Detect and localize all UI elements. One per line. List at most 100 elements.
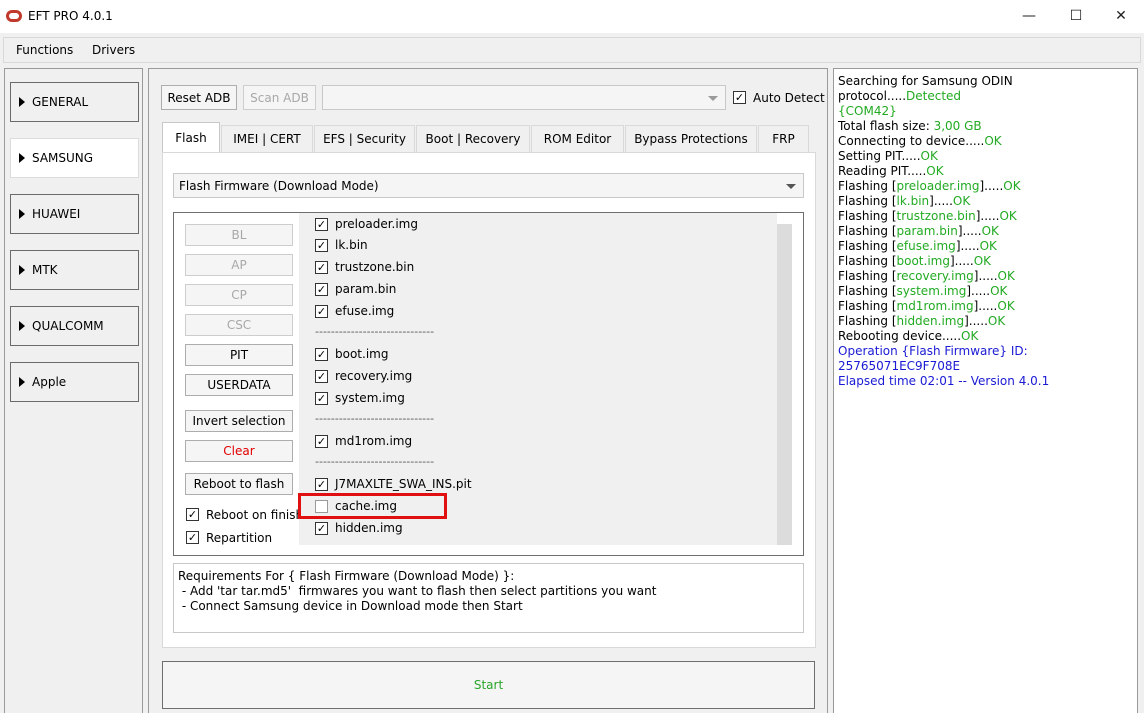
partition-checkbox[interactable]: ✓	[315, 391, 328, 405]
brand-label: HUAWEI	[32, 207, 81, 221]
clear-button[interactable]: Clear	[185, 440, 293, 462]
brand-label: MTK	[32, 263, 58, 277]
menu-drivers[interactable]: Drivers	[92, 43, 135, 57]
expand-triangle-icon	[19, 209, 25, 219]
pit-file-button[interactable]: PIT	[185, 344, 293, 366]
port-select[interactable]	[322, 85, 726, 110]
log-segment: ].....	[975, 209, 1000, 223]
partition-checkbox[interactable]: ✓	[315, 238, 328, 252]
partition-label: efuse.img	[335, 304, 395, 318]
partition-row[interactable]: ✓ md1rom.img	[315, 433, 412, 449]
tab-bypass-protections[interactable]: Bypass Protections	[625, 125, 757, 152]
app-logo-icon	[6, 10, 22, 22]
userdata-file-button[interactable]: USERDATA	[185, 374, 293, 396]
partition-row[interactable]: ✓ preloader.img	[315, 216, 418, 232]
requirements-line: - Connect Samsung device in Download mod…	[178, 599, 523, 613]
scan-adb-button[interactable]: Scan ADB	[243, 85, 316, 110]
bl-file-button[interactable]: BL	[185, 224, 293, 246]
log-line: Searching for Samsung ODIN protocol.....…	[838, 74, 1134, 104]
log-line: {COM42}	[838, 104, 1134, 119]
log-segment: Flashing [	[838, 284, 897, 298]
csc-file-button[interactable]: CSC	[185, 314, 293, 336]
repartition-checkbox[interactable]: ✓	[186, 531, 199, 544]
tab-rom-editor[interactable]: ROM Editor	[531, 125, 624, 152]
log-segment: Rebooting device.....	[838, 329, 962, 343]
partition-checkbox[interactable]: ✓	[315, 304, 328, 318]
partition-checkbox[interactable]: ✓	[315, 260, 328, 274]
log-segment: 3,00 GB	[933, 119, 982, 133]
partition-checkbox[interactable]: ✓	[315, 282, 328, 296]
minimize-button[interactable]: —	[1006, 0, 1052, 32]
log-segment: Operation {Flash Firmware} ID: 25765071E…	[838, 344, 1028, 373]
close-button[interactable]: ✕	[1098, 0, 1144, 32]
partition-row[interactable]: ✓ recovery.img	[315, 368, 412, 384]
chevron-down-icon	[708, 96, 718, 101]
log-segment: ].....	[929, 194, 953, 208]
brand-huawei-button[interactable]: HUAWEI	[10, 194, 139, 234]
brand-apple-button[interactable]: Apple	[10, 362, 139, 402]
tab-boot-recovery[interactable]: Boot | Recovery	[416, 125, 530, 152]
tab-efs-security[interactable]: EFS | Security	[314, 125, 415, 152]
partition-checkbox[interactable]: ✓	[315, 217, 328, 231]
brand-mtk-button[interactable]: MTK	[10, 250, 139, 290]
partition-checkbox[interactable]: ✓	[315, 369, 328, 383]
highlight-box	[298, 493, 447, 519]
partition-checkbox[interactable]: ✓	[315, 477, 328, 491]
log-line: Flashing [md1rom.img].....OK	[838, 299, 1134, 314]
log-segment: Detected	[906, 89, 962, 103]
log-segment: efuse.img	[896, 239, 956, 253]
reboot-to-flash-button[interactable]: Reboot to flash	[185, 473, 293, 495]
expand-triangle-icon	[19, 265, 25, 275]
log-line: Flashing [hidden.img].....OK	[838, 314, 1134, 329]
tab-imei-cert[interactable]: IMEI | CERT	[221, 125, 313, 152]
log-line: Flashing [recovery.img].....OK	[838, 269, 1134, 284]
flash-mode-select[interactable]: Flash Firmware (Download Mode)	[173, 173, 804, 198]
partition-row[interactable]: ✓ J7MAXLTE_SWA_INS.pit	[315, 476, 472, 492]
log-segment: ].....	[973, 269, 998, 283]
partition-checkbox[interactable]: ✓	[315, 347, 328, 361]
log-segment: ].....	[979, 179, 1004, 193]
maximize-button[interactable]: ☐	[1053, 0, 1099, 32]
log-segment: Connecting to device.....	[838, 134, 985, 148]
log-segment: system.img	[896, 284, 967, 298]
brand-qualcomm-button[interactable]: QUALCOMM	[10, 306, 139, 346]
partition-row[interactable]: ✓ boot.img	[315, 346, 388, 362]
invert-selection-button[interactable]: Invert selection	[185, 410, 293, 432]
auto-detect-label: Auto Detect	[753, 91, 825, 105]
log-segment: {COM42}	[838, 104, 897, 118]
brand-general-button[interactable]: GENERAL	[10, 82, 139, 122]
start-button[interactable]: Start	[162, 661, 815, 709]
partition-label: recovery.img	[335, 369, 413, 383]
cp-file-button[interactable]: CP	[185, 284, 293, 306]
log-line: Setting PIT.....OK	[838, 149, 1134, 164]
log-line: Flashing [boot.img].....OK	[838, 254, 1134, 269]
ap-file-button[interactable]: AP	[185, 254, 293, 276]
log-output: Searching for Samsung ODIN protocol.....…	[838, 74, 1134, 389]
partition-scrollbar[interactable]	[777, 224, 792, 545]
partition-row[interactable]: ✓ system.img	[315, 390, 405, 406]
reboot-on-finish-checkbox[interactable]: ✓	[186, 508, 199, 521]
tab-frp[interactable]: FRP	[758, 125, 809, 152]
partition-row[interactable]: ✓ efuse.img	[315, 303, 394, 319]
partition-row[interactable]: ✓ hidden.img	[315, 520, 403, 536]
log-segment: hidden.img	[896, 314, 965, 328]
partition-row[interactable]: ✓ lk.bin	[315, 237, 368, 253]
partition-checkbox[interactable]: ✓	[315, 521, 328, 535]
menu-functions[interactable]: Functions	[16, 43, 73, 57]
partition-row[interactable]: ✓ trustzone.bin	[315, 259, 414, 275]
partition-separator: ------------------------------	[315, 455, 435, 468]
partition-checkbox[interactable]: ✓	[315, 434, 328, 448]
partition-row[interactable]: ✓ param.bin	[315, 281, 396, 297]
log-segment: lk.bin	[896, 194, 930, 208]
brand-samsung-button[interactable]: SAMSUNG	[10, 138, 139, 178]
tab-flash[interactable]: Flash	[162, 122, 220, 153]
brand-label: QUALCOMM	[32, 319, 104, 333]
repartition-label: Repartition	[206, 531, 273, 545]
log-segment: md1rom.img	[896, 299, 974, 313]
log-segment: recovery.img	[896, 269, 974, 283]
log-segment: Elapsed time 02:01 -- Version 4.0.1	[838, 374, 1050, 388]
reset-adb-button[interactable]: Reset ADB	[161, 85, 237, 110]
log-line: Flashing [param.bin].....OK	[838, 224, 1134, 239]
auto-detect-checkbox[interactable]: ✓	[733, 91, 746, 104]
log-line: Flashing [trustzone.bin].....OK	[838, 209, 1134, 224]
